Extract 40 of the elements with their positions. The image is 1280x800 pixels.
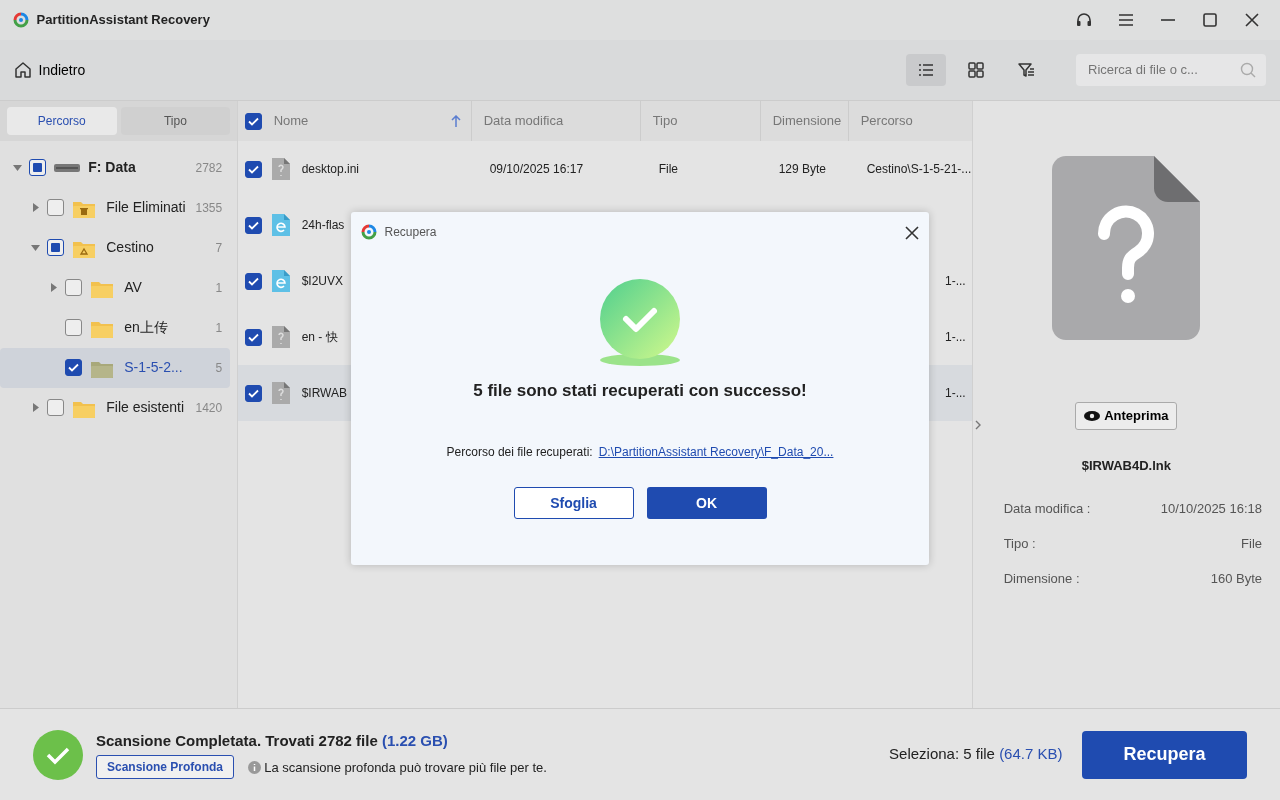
tree-label: en上传 <box>124 318 169 337</box>
item-count: 1420 <box>195 399 223 417</box>
field-label: Data modifica : <box>1003 499 1091 518</box>
field-label: Dimensione : <box>1003 569 1080 588</box>
table-cell: File <box>658 162 678 176</box>
item-count: 5 <box>215 359 223 377</box>
table-cell: 129 Byte <box>778 162 827 176</box>
scan-summary: Scansione Completata. Trovati 2782 file (1.22 GB) <box>96 730 449 751</box>
item-count: 1 <box>215 319 223 337</box>
field-label: Tipo : <box>1003 534 1036 553</box>
table-cell: $I2UVX <box>301 274 343 288</box>
table-cell: 09/10/2025 16:17 <box>489 162 584 176</box>
tree-label: File esistenti <box>106 398 186 417</box>
selection-summary: Seleziona: 5 file (64.7 KB) <box>889 744 1063 765</box>
table-cell: 1-... <box>945 330 966 344</box>
table-cell: 24h-flas <box>301 218 345 232</box>
tree-label: F: Data <box>88 158 137 177</box>
tree-label: Cestino <box>106 238 155 257</box>
item-count: 7 <box>215 239 223 257</box>
table-cell: 1-... <box>945 274 966 288</box>
file-name: $IRWAB4D.lnk <box>1081 456 1171 475</box>
field-value: 160 Byte <box>1210 569 1262 588</box>
table-cell: desktop.ini <box>301 162 360 176</box>
table-cell: 1-... <box>945 386 966 400</box>
table-cell: Cestino\S-1-5-21-... <box>866 162 972 176</box>
item-count: 2782 <box>195 159 223 177</box>
item-count: 1355 <box>195 199 223 217</box>
path-label: Percorso dei file recuperati: <box>446 444 593 461</box>
hint-text: La scansione profonda può trovare più file per te. <box>264 758 547 777</box>
field-value: File <box>1241 534 1262 553</box>
success-message: 5 file sono stati recuperati con successo! <box>472 379 808 402</box>
window-title: PartitionAssistant Recovery <box>36 11 210 30</box>
dialog-title: Recupera <box>384 223 438 241</box>
item-count: 1 <box>215 279 223 297</box>
table-cell: $IRWAB <box>301 386 347 400</box>
tree-label: AV <box>124 278 143 297</box>
field-value: 10/10/2025 16:18 <box>1160 499 1262 518</box>
tree-label: S-1-5-2... <box>124 358 184 377</box>
tree-label: File Eliminati <box>106 198 187 217</box>
table-cell: en - 快 <box>301 330 338 344</box>
